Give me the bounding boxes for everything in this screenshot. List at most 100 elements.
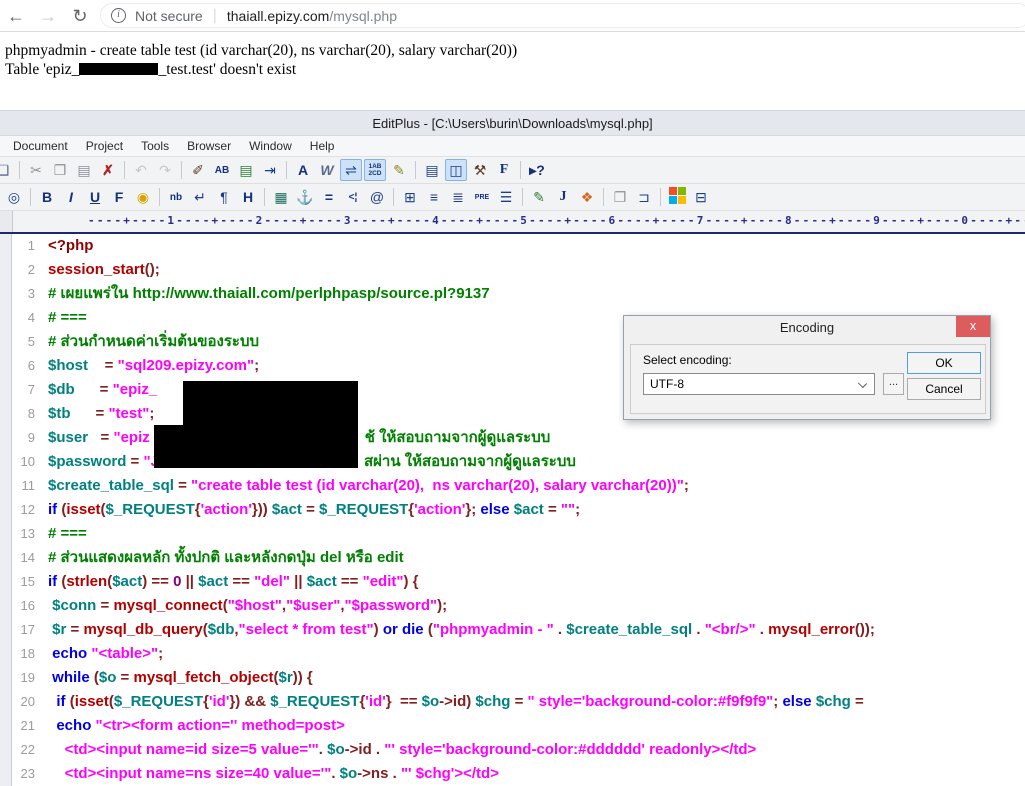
menu-document[interactable]: Document <box>4 136 77 156</box>
code-text: <td><input name=ns size=40 value='". $o-… <box>64 765 499 782</box>
code-line[interactable]: 23 <td><input name=ns size=40 value='". … <box>0 762 1025 786</box>
break-tag-icon[interactable]: ↵ <box>189 186 211 208</box>
redo-icon[interactable]: ↷ <box>154 159 176 181</box>
code-line[interactable]: 13 # === <box>0 522 1025 546</box>
browser-toolbar: ← → ↻ i Not secure | thaiall.epizy.com/m… <box>0 0 1025 31</box>
toolbar-separator <box>522 188 523 206</box>
code-line[interactable]: 20 if (isset($_REQUEST{'id'}) && $_REQUE… <box>0 690 1025 714</box>
paragraph-tag-icon[interactable]: ¶ <box>213 186 235 208</box>
goto-line-icon[interactable]: ⇥ <box>259 159 281 181</box>
font-icon[interactable]: A <box>292 159 314 181</box>
syntax-stamp-icon[interactable]: ✎ <box>388 159 410 181</box>
anchor-tag-icon[interactable]: ⚓ <box>294 186 316 208</box>
user-toolbar-icon[interactable]: ⚒ <box>469 159 491 181</box>
menu-browser[interactable]: Browser <box>178 136 240 156</box>
wrap-lines-icon[interactable]: ⇌ <box>340 159 362 181</box>
hr-tag-icon[interactable]: = <box>318 186 340 208</box>
script-tag-icon[interactable]: ✎ <box>528 186 550 208</box>
window-arrange-icon[interactable]: ⊐ <box>633 186 655 208</box>
function-list-icon[interactable]: F <box>493 159 515 181</box>
code-line[interactable]: 14 # ส่วนแสดงผลหลัก ทั้งปกติ และหลังกดปุ่… <box>0 546 1025 570</box>
toolbar-separator <box>603 188 604 206</box>
email-link-icon[interactable]: @ <box>366 186 388 208</box>
bold-icon[interactable]: B <box>36 186 58 208</box>
menu-tools[interactable]: Tools <box>132 136 178 156</box>
underline-icon[interactable]: U <box>84 186 106 208</box>
code-editor[interactable]: 1 <?php 2 session_start(); 3 # เผยแพร่ใน http… <box>0 234 1025 786</box>
object-tag-icon[interactable]: ❖ <box>576 186 598 208</box>
pre-tag-icon[interactable]: PRE <box>471 186 493 208</box>
address-bar[interactable]: i Not secure | thaiall.epizy.com/mysql.p… <box>100 3 1025 28</box>
page-info-icon[interactable]: i <box>111 8 126 23</box>
java-tag-icon[interactable]: J <box>552 186 574 208</box>
toolbar-separator <box>19 161 20 179</box>
copy-icon[interactable]: ❐ <box>49 159 71 181</box>
code-text: session_start(); <box>48 261 160 278</box>
find-in-files-icon[interactable]: ▤ <box>235 159 257 181</box>
nbsp-tag-icon[interactable]: nb <box>165 186 187 208</box>
menu-project[interactable]: Project <box>77 136 132 156</box>
cut-icon[interactable]: ✂ <box>25 159 47 181</box>
window-new-icon[interactable]: ❐ <box>609 186 631 208</box>
image-tag-icon[interactable]: ▦ <box>270 186 292 208</box>
ruler-scale: ----+----1----+----2----+----3----+----4… <box>88 214 1025 227</box>
browse-button[interactable]: ... <box>883 373 904 395</box>
url-path[interactable]: /mysql.php <box>329 8 397 24</box>
code-text: $tb = "test"; <box>48 405 155 422</box>
italic-icon[interactable]: I <box>60 186 82 208</box>
code-line[interactable]: 15 if (strlen($act) == 0 || $act == "del"… <box>0 570 1025 594</box>
new-document-icon[interactable]: ❏ <box>0 159 14 181</box>
code-line[interactable]: 2 session_start(); <box>0 258 1025 282</box>
url-host[interactable]: thaiall.epizy.com <box>227 8 329 24</box>
split-window-icon[interactable]: ⊟ <box>690 186 712 208</box>
word-wrap-icon[interactable]: W <box>316 159 338 181</box>
undo-icon[interactable]: ↶ <box>130 159 152 181</box>
back-icon[interactable]: ← <box>0 1 32 31</box>
window-title[interactable]: EditPlus - [C:\Users\burin\Downloads\mys… <box>0 110 1025 136</box>
page-text-line2: Table 'epiz_ _test.test' doesn't exist <box>5 61 297 78</box>
view-in-browser-icon[interactable] <box>666 186 688 208</box>
ruler-origin-box <box>0 211 13 232</box>
toolbar-separator <box>181 161 182 179</box>
code-line[interactable]: 12 if (isset($_REQUEST{'action'})) $act =… <box>0 498 1025 522</box>
align-right-icon[interactable]: ≣ <box>447 186 469 208</box>
ok-button[interactable]: OK <box>907 352 981 374</box>
heading-tag-icon[interactable]: H <box>237 186 259 208</box>
code-line[interactable]: 19 while ($o = mysql_fetch_object($r)) { <box>0 666 1025 690</box>
select-encoding-label: Select encoding: <box>643 353 732 367</box>
menu-window[interactable]: Window <box>240 136 301 156</box>
redaction-box <box>79 63 159 75</box>
line-numbers-icon[interactable]: 1AB 2CD <box>364 159 386 181</box>
table-tag-icon[interactable]: ⊞ <box>399 186 421 208</box>
code-text: # ส่วนกำหนดค่าเริ่มต้นของระบบ <box>48 333 259 350</box>
encoding-select[interactable]: UTF-8 <box>643 373 875 395</box>
close-icon[interactable]: x <box>956 316 990 337</box>
document-tab-list-icon[interactable]: ▤ <box>421 159 443 181</box>
reload-icon[interactable]: ↻ <box>64 1 96 31</box>
menu-help[interactable]: Help <box>301 136 344 156</box>
code-line[interactable]: 16 $conn = mysql_connect("$host","$user"… <box>0 594 1025 618</box>
list-tag-icon[interactable]: ☰ <box>495 186 517 208</box>
browser-page-content: phpmyadmin - create table test (id varch… <box>0 32 1025 108</box>
replace-icon[interactable]: AB <box>211 159 233 181</box>
code-line[interactable]: 22 <td><input name=id size=5 value='". $… <box>0 738 1025 762</box>
side-panel-icon[interactable]: ◫ <box>445 159 467 181</box>
code-line[interactable]: 21 echo "<tr><form action='' method=post… <box>0 714 1025 738</box>
comment-tag-icon[interactable]: <¦ <box>342 186 364 208</box>
delete-icon[interactable]: ✗ <box>97 159 119 181</box>
code-line[interactable]: 18 echo "<table>"; <box>0 642 1025 666</box>
code-line[interactable]: 3 # เผยแพร่ใน http://www.thaiall.com/perl… <box>0 282 1025 306</box>
context-help-icon[interactable]: ▸? <box>526 159 548 181</box>
redaction-box <box>183 381 358 431</box>
toolbar-separator <box>124 161 125 179</box>
find-icon[interactable]: ✐ <box>187 159 209 181</box>
font-tag-icon[interactable]: F <box>108 186 130 208</box>
browser-preview-icon[interactable]: ◎ <box>3 186 25 208</box>
color-picker-icon[interactable]: ◉ <box>132 186 154 208</box>
code-line[interactable]: 1 <?php <box>0 234 1025 258</box>
code-line[interactable]: 11 $create_table_sql = "create table test… <box>0 474 1025 498</box>
code-line[interactable]: 17 $r = mysql_db_query($db,"select * fro… <box>0 618 1025 642</box>
paste-icon[interactable]: ▤ <box>73 159 95 181</box>
cancel-button[interactable]: Cancel <box>907 378 981 400</box>
align-center-icon[interactable]: ≡ <box>423 186 445 208</box>
